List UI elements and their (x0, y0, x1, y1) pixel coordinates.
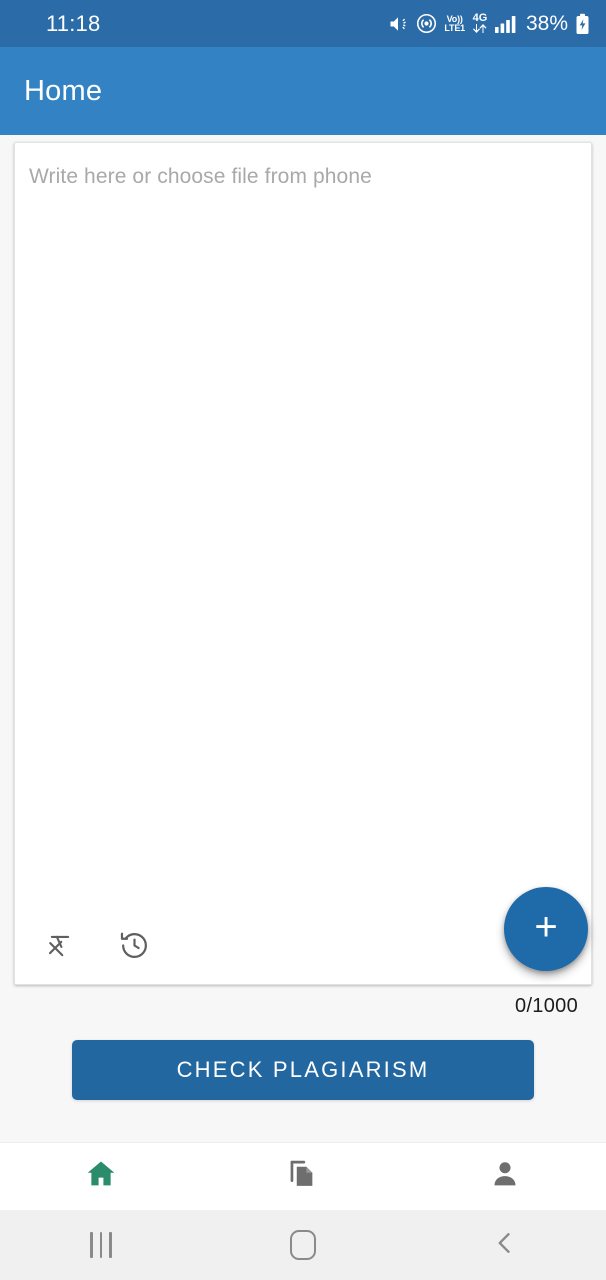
system-home-button[interactable] (202, 1230, 404, 1260)
format-clear-icon[interactable] (43, 928, 77, 962)
battery-charging-icon (575, 13, 590, 35)
recents-icon (90, 1232, 112, 1258)
network-4g-icon: 4G (472, 13, 488, 34)
text-editor-input[interactable] (29, 163, 577, 943)
system-recents-button[interactable] (0, 1232, 202, 1258)
main-content: + 0/1000 CHECK PLAGIARISM (0, 135, 606, 1142)
nav-item-profile[interactable] (404, 1143, 606, 1210)
character-counter: 0/1000 (515, 995, 578, 1017)
status-bar-icons: Vo)) LTE1 4G 38% (387, 12, 590, 36)
system-back-button[interactable] (404, 1229, 606, 1262)
nav-item-home[interactable] (0, 1143, 202, 1210)
status-bar-clock: 11:18 (46, 10, 101, 36)
battery-percent-label: 38% (525, 11, 568, 35)
editor-toolbar (43, 928, 151, 962)
add-file-fab[interactable]: + (504, 887, 588, 971)
nav-item-documents[interactable] (202, 1143, 404, 1210)
app-bar: Home (0, 47, 606, 135)
back-icon (491, 1229, 519, 1262)
system-navigation-bar (0, 1210, 606, 1280)
signal-bars-icon (494, 15, 517, 33)
bottom-navigation-bar (0, 1142, 606, 1210)
page-title: Home (24, 74, 103, 107)
action-row: CHECK PLAGIARISM (14, 1018, 592, 1100)
hotspot-icon (416, 13, 437, 34)
status-bar: 11:18 Vo)) LTE1 4G 38% (0, 0, 606, 47)
mute-icon (387, 14, 409, 34)
home-icon (290, 1230, 316, 1260)
history-icon[interactable] (117, 928, 151, 962)
person-icon (488, 1157, 522, 1196)
documents-copy-icon (286, 1157, 320, 1196)
volte-bottom-label: LTE1 (444, 22, 465, 33)
plus-icon: + (534, 905, 558, 949)
volte-icon: Vo)) LTE1 (444, 14, 465, 33)
editor-card[interactable]: + (14, 142, 592, 985)
check-plagiarism-button[interactable]: CHECK PLAGIARISM (72, 1040, 534, 1100)
network-type-label: 4G (472, 12, 488, 24)
home-icon (84, 1157, 118, 1196)
